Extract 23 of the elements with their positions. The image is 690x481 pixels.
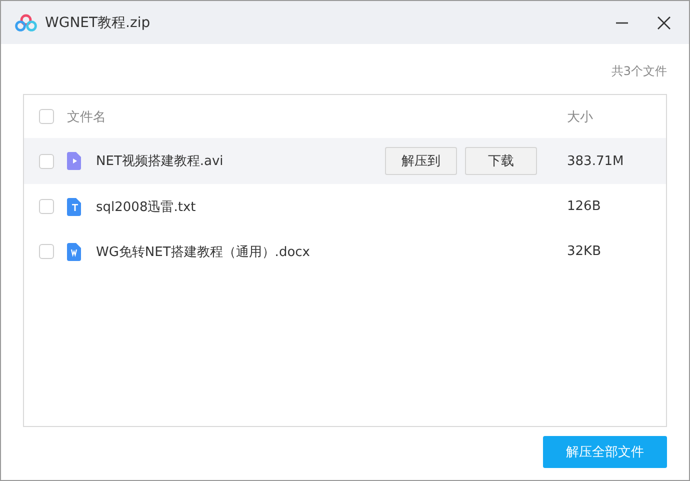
window-title: WGNET教程.zip [45,14,152,32]
column-header: 大小 [567,108,593,126]
download-button[interactable]: 下载 [465,147,537,175]
minimize-icon [615,22,629,24]
file-size: 383.71M [567,154,624,168]
row-checkbox[interactable] [39,154,54,168]
file-name[interactable]: NET视频搭建教程.avi [96,152,224,170]
cloud-logo-icon [15,14,37,32]
select-all-checkbox[interactable] [39,109,54,124]
file-name[interactable]: sql2008迅雷.txt [96,198,196,216]
column-header: 文件名 [67,108,106,126]
extract-to-button[interactable]: 解压到 [385,147,457,175]
file-size: 32KB [567,244,601,259]
word-file-icon [67,242,81,260]
row-checkbox[interactable] [39,199,54,214]
video-file-icon [67,152,81,170]
text-file-icon [67,198,81,216]
file-size: 126B [567,199,601,214]
file-name[interactable]: WG免转NET搭建教程（通用）.docx [96,242,310,260]
row-checkbox[interactable] [39,244,54,259]
file-row[interactable]: NET视频搭建教程.avi 解压到 下载 383.71M [24,138,666,184]
close-icon [657,16,671,30]
file-count: 共3个文件 [611,63,667,80]
